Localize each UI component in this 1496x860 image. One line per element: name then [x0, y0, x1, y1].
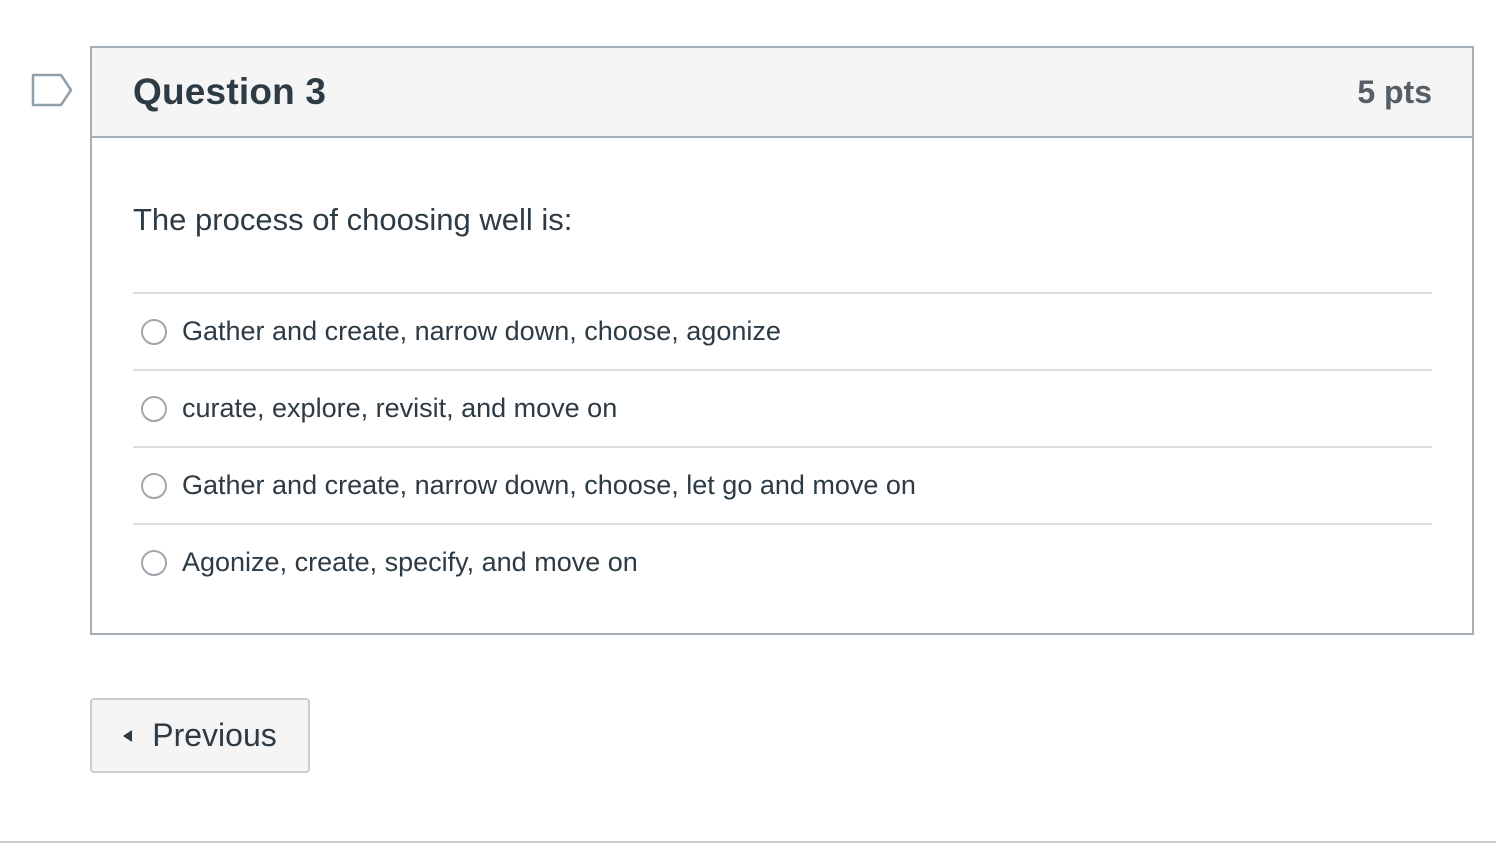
quiz-page: Question 3 5 pts The process of choosing… [0, 0, 1496, 860]
answer-label: Agonize, create, specify, and move on [182, 547, 638, 577]
question-header: Question 3 5 pts [92, 48, 1472, 138]
previous-label: Previous [152, 717, 277, 753]
answer-label: curate, explore, revisit, and move on [182, 393, 618, 423]
answer-radio[interactable] [141, 395, 167, 422]
answer-option[interactable]: Agonize, create, specify, and move on [133, 523, 1432, 600]
question-text: The process of choosing well is: [133, 202, 573, 237]
answer-radio[interactable] [141, 549, 167, 576]
answer-radio[interactable] [141, 472, 167, 499]
answer-option[interactable]: curate, explore, revisit, and move on [133, 369, 1432, 446]
answer-list: Gather and create, narrow down, choose, … [133, 292, 1432, 600]
answer-radio[interactable] [141, 318, 167, 345]
answer-label: Gather and create, narrow down, choose, … [182, 470, 916, 500]
previous-button[interactable]: Previous [90, 698, 310, 773]
question-points: 5 pts [1357, 73, 1432, 110]
answer-label: Gather and create, narrow down, choose, … [182, 316, 781, 346]
question-title: Question 3 [133, 71, 327, 112]
page-divider [0, 841, 1496, 843]
answer-option[interactable]: Gather and create, narrow down, choose, … [133, 446, 1432, 523]
question-card: Question 3 5 pts The process of choosing… [90, 46, 1474, 635]
answer-option[interactable]: Gather and create, narrow down, choose, … [133, 292, 1432, 369]
question-body: The process of choosing well is: Gather … [92, 138, 1472, 600]
caret-left-icon [123, 729, 133, 742]
flag-question-icon[interactable] [31, 73, 73, 107]
